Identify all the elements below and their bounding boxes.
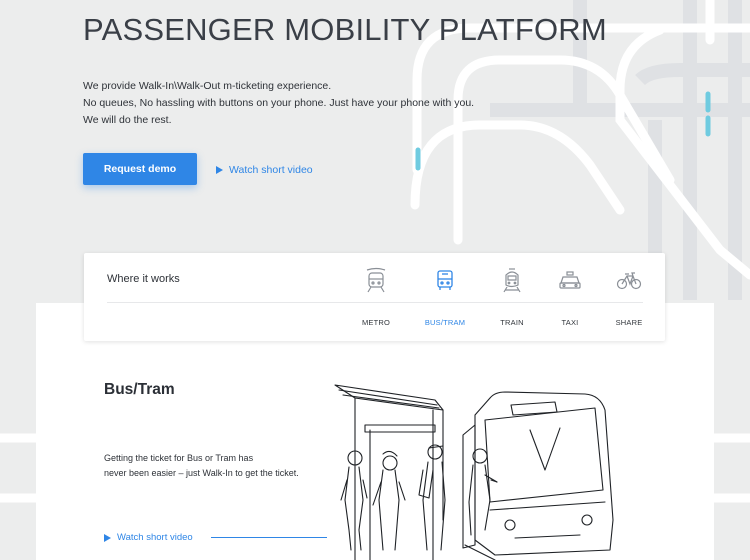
watch-video-link[interactable]: Watch short video bbox=[216, 164, 313, 176]
mode-label: BUS/TRAM bbox=[424, 318, 466, 327]
play-icon bbox=[216, 166, 223, 174]
watch-video-label: Watch short video bbox=[117, 532, 193, 543]
hero-description-line: We provide Walk-In\Walk-Out m-ticketing … bbox=[83, 80, 332, 92]
taxi-icon bbox=[559, 271, 581, 289]
section-description: Getting the ticket for Bus or Tram has n… bbox=[104, 451, 344, 481]
bus-icon bbox=[437, 270, 453, 290]
mode-label: METRO bbox=[361, 318, 391, 327]
request-demo-button[interactable]: Request demo bbox=[83, 153, 197, 185]
divider bbox=[107, 302, 643, 303]
bike-icon bbox=[616, 272, 642, 290]
mode-tab-bus-tram[interactable]: BUS/TRAM bbox=[415, 267, 475, 327]
mode-label: SHARE bbox=[615, 318, 643, 327]
mode-tab-taxi[interactable]: TAXI bbox=[540, 267, 600, 327]
section-description-line: Getting the ticket for Bus or Tram has bbox=[104, 453, 254, 463]
watch-video-label: Watch short video bbox=[229, 164, 313, 176]
section-description-line: never been easier – just Walk-In to get … bbox=[104, 468, 299, 478]
mode-tab-train[interactable]: TRAIN bbox=[482, 267, 542, 327]
page-title: PASSENGER MOBILITY PLATFORM bbox=[83, 12, 607, 47]
hero-description-line: No queues, No hassling with buttons on y… bbox=[83, 97, 475, 109]
mode-tab-share[interactable]: SHARE bbox=[599, 267, 659, 327]
where-it-works-title: Where it works bbox=[107, 273, 180, 285]
where-it-works-card: Where it works METRO BUS/TRAM TRAIN TAXI… bbox=[84, 253, 665, 341]
hero-description: We provide Walk-In\Walk-Out m-ticketing … bbox=[83, 78, 474, 129]
bus-stop-illustration bbox=[334, 384, 614, 560]
mode-label: TRAIN bbox=[500, 318, 524, 327]
metro-icon bbox=[366, 267, 386, 293]
mode-label: TAXI bbox=[561, 318, 579, 327]
hero-description-line: We will do the rest. bbox=[83, 114, 172, 126]
section-title: Bus/Tram bbox=[104, 381, 175, 398]
watch-video-link-section[interactable]: Watch short video bbox=[104, 532, 193, 543]
train-icon bbox=[503, 268, 521, 293]
mode-tab-metro[interactable]: METRO bbox=[346, 267, 406, 327]
link-underline-decoration bbox=[211, 537, 327, 538]
play-icon bbox=[104, 533, 111, 542]
